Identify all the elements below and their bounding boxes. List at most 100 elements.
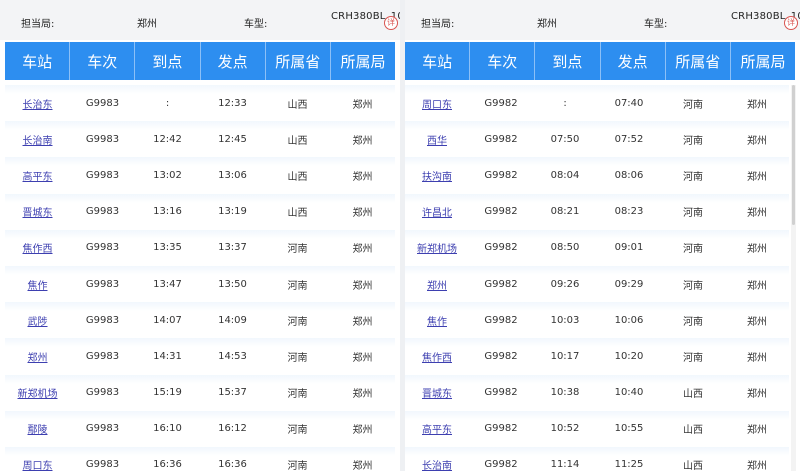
bureau-cell: 郑州	[352, 461, 373, 471]
table-row: 晋城东 G9983 13:16 13:19 山西 郑州	[5, 193, 395, 230]
bureau-cell: 郑州	[747, 208, 767, 220]
bureau-cell: 郑州	[747, 425, 767, 437]
table-row: 武陟 G9983 14:07 14:09 河南 郑州	[5, 302, 395, 339]
station-cell: 长治东	[5, 96, 70, 111]
station-link[interactable]: 高平东	[422, 425, 452, 436]
station-link[interactable]: 许昌北	[422, 208, 452, 219]
column-header-province: 所属省	[266, 42, 331, 80]
arrival-time-cell: :	[165, 97, 170, 109]
arrival-time-cell: 11:14	[550, 459, 580, 471]
station-cell: 长治南	[5, 132, 70, 147]
station-link[interactable]: 晋城东	[23, 208, 53, 219]
departure-time-cell: 10:40	[614, 387, 644, 399]
station-link[interactable]: 新郑机场	[18, 389, 58, 400]
column-header-train: 车次	[470, 42, 536, 80]
station-link[interactable]: 周口东	[23, 461, 53, 471]
station-link[interactable]: 晋城东	[422, 389, 452, 400]
bureau-cell: 郑州	[352, 352, 373, 364]
arrival-time-cell: 14:07	[153, 314, 182, 326]
arrival-time-cell: 08:50	[550, 242, 580, 254]
province-cell: 山西	[287, 171, 308, 183]
station-cell: 新郑机场	[405, 240, 469, 255]
train-number-cell: G9982	[484, 314, 518, 326]
station-link[interactable]: 武陟	[28, 317, 48, 328]
column-header-depart: 发点	[601, 42, 666, 80]
station-cell: 高平东	[405, 421, 469, 436]
train-number-cell: G9983	[85, 423, 120, 435]
bureau-cell: 郑州	[747, 135, 767, 147]
scrollbar-thumb[interactable]	[792, 85, 795, 225]
station-link[interactable]: 周口东	[422, 100, 452, 111]
train-number-cell: G9982	[484, 169, 518, 181]
station-cell: 新郑机场	[5, 385, 70, 400]
table-row: 焦作西 G9982 10:17 10:20 河南 郑州	[405, 338, 789, 375]
bureau-cell: 郑州	[747, 389, 767, 401]
train-number-cell: G9983	[85, 206, 120, 218]
table-row: 鄢陵 G9983 16:10 16:12 河南 郑州	[5, 410, 395, 447]
station-cell: 郑州	[405, 277, 469, 292]
arrival-time-cell: 10:52	[550, 423, 580, 435]
station-link[interactable]: 郑州	[427, 281, 447, 292]
province-cell: 河南	[287, 425, 308, 437]
arrival-time-cell: 10:38	[550, 387, 580, 399]
departure-time-cell: 07:52	[614, 133, 644, 145]
bureau-cell: 郑州	[747, 316, 767, 328]
station-cell: 焦作	[5, 277, 70, 292]
province-cell: 山西	[683, 425, 703, 437]
arrival-time-cell: 13:02	[153, 169, 182, 181]
depot-value: 郑州	[537, 19, 557, 30]
station-link[interactable]: 扶沟南	[422, 172, 452, 183]
bureau-cell: 郑州	[352, 389, 373, 401]
bureau-cell: 郑州	[747, 99, 767, 111]
station-link[interactable]: 焦作西	[422, 353, 452, 364]
station-link[interactable]: 长治南	[23, 136, 53, 147]
station-link[interactable]: 西华	[427, 136, 447, 147]
province-cell: 山西	[287, 99, 308, 111]
detail-stamp-icon[interactable]: 详	[384, 16, 398, 30]
province-cell: 河南	[287, 316, 308, 328]
station-link[interactable]: 长治东	[23, 100, 53, 111]
province-cell: 河南	[287, 461, 308, 471]
depot-label: 担当局:	[21, 19, 55, 30]
departure-time-cell: 16:12	[218, 423, 247, 435]
station-link[interactable]: 焦作	[28, 281, 48, 292]
bureau-cell: 郑州	[352, 316, 373, 328]
train-number-cell: G9983	[85, 169, 120, 181]
bureau-cell: 郑州	[352, 171, 373, 183]
departure-time-cell: 14:09	[218, 314, 247, 326]
table-row: 晋城东 G9982 10:38 10:40 山西 郑州	[405, 374, 789, 411]
station-link[interactable]: 郑州	[28, 353, 48, 364]
arrival-time-cell: 08:21	[550, 206, 580, 218]
table-row: 周口东 G9983 16:36 16:36 河南 郑州	[5, 446, 395, 471]
table-scrollbar[interactable]	[791, 85, 796, 471]
departure-time-cell: 09:01	[614, 242, 644, 254]
table-row: 扶沟南 G9982 08:04 08:06 河南 郑州	[405, 157, 789, 194]
timetable-rows: 长治东 G9983:12:33 山西 郑州 长治南 G9983 12:42 12:45 山西 郑州…	[5, 85, 395, 471]
province-cell: 河南	[683, 135, 703, 147]
arrival-time-cell: 15:19	[153, 387, 182, 399]
column-header-arrive: 到点	[135, 42, 201, 80]
station-link[interactable]: 长治南	[422, 461, 452, 471]
arrival-time-cell: 07:50	[550, 133, 580, 145]
table-header: 车站 车次 到点 发点 所属省 所属局	[5, 42, 395, 80]
station-link[interactable]: 鄢陵	[28, 425, 48, 436]
train-number-cell: G9982	[484, 459, 518, 471]
detail-stamp-icon[interactable]: 详	[784, 16, 798, 30]
station-cell: 晋城东	[405, 385, 469, 400]
station-link[interactable]: 新郑机场	[417, 244, 457, 255]
table-row: 郑州 G9982 09:26 09:29 河南 郑州	[405, 265, 789, 303]
province-cell: 河南	[287, 280, 308, 292]
column-header-arrive: 到点	[535, 42, 601, 80]
bureau-cell: 郑州	[352, 244, 373, 256]
station-link[interactable]: 焦作	[427, 317, 447, 328]
province-cell: 河南	[287, 352, 308, 364]
station-link[interactable]: 焦作西	[23, 244, 53, 255]
province-cell: 河南	[683, 99, 703, 111]
departure-time-cell: 13:06	[218, 169, 247, 181]
station-cell: 许昌北	[405, 204, 469, 219]
province-cell: 河南	[683, 208, 703, 220]
train-number-cell: G9982	[484, 133, 518, 145]
station-link[interactable]: 高平东	[23, 172, 53, 183]
train-number-cell: G9982	[484, 278, 518, 290]
province-cell: 山西	[287, 208, 308, 220]
